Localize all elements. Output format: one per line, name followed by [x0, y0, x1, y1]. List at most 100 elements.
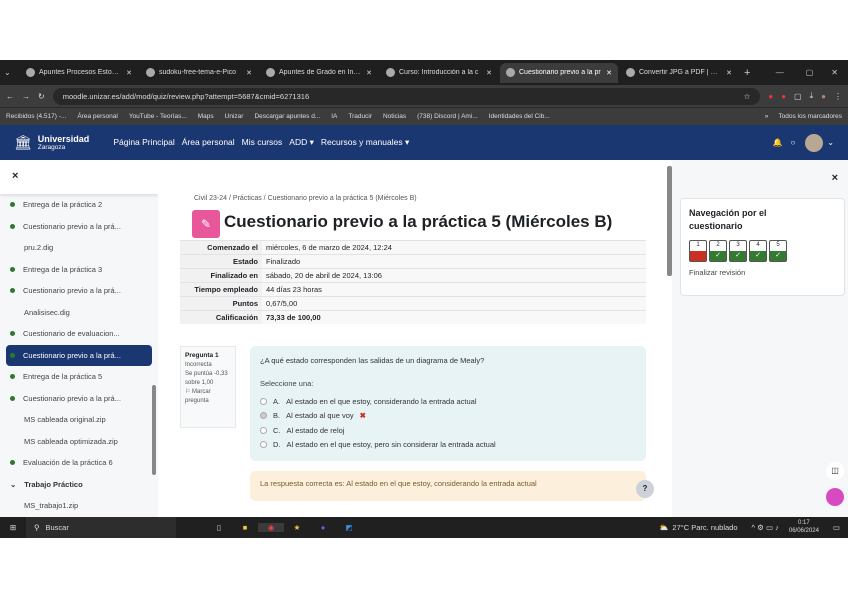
- sidebar-item[interactable]: MS cableada original.zip: [0, 409, 158, 431]
- notifications-icon[interactable]: ▭: [833, 523, 840, 532]
- answer-option[interactable]: D. Al estado en el que estoy, pero sin co…: [260, 438, 636, 453]
- ai-assistant-icon[interactable]: [826, 488, 844, 506]
- section-header[interactable]: ⌄ Trabajo Práctico: [0, 474, 158, 496]
- bookmark-item[interactable]: Unizar: [225, 113, 244, 120]
- sidebar-item[interactable]: Cuestionario de evaluacion...: [0, 323, 158, 345]
- sidebar-item[interactable]: Entrega de la práctica 3: [0, 259, 158, 281]
- answer-option[interactable]: C. Al estado de reloj: [260, 423, 636, 438]
- question-nav-button[interactable]: 2 ✓: [709, 240, 727, 263]
- nav-link[interactable]: ADD ▾: [289, 137, 314, 148]
- university-logo[interactable]: 🏛 Universidad Zaragoza: [14, 134, 89, 151]
- answer-option[interactable]: B. Al estado al que voy ✖: [260, 409, 636, 424]
- sidebar-item[interactable]: Cuestionario previo a la prá...: [0, 216, 158, 238]
- sidebar-item[interactable]: MS cableada optimizada.zip: [0, 431, 158, 453]
- bookmark-item[interactable]: Maps: [198, 113, 214, 120]
- breadcrumb-item[interactable]: Civil 23-24: [194, 195, 227, 202]
- notifications-icon[interactable]: 🔔: [772, 138, 782, 147]
- taskbar-search[interactable]: ⚲ Buscar: [26, 517, 176, 538]
- sidebar-item[interactable]: Cuestionario previo a la prá...: [6, 344, 152, 366]
- maximize-button[interactable]: ▢: [806, 68, 814, 77]
- question-nav-button[interactable]: 4 ✓: [749, 240, 767, 263]
- app-icon[interactable]: ★: [284, 523, 310, 532]
- question-nav-button[interactable]: 1: [689, 240, 707, 263]
- close-sidebar-button[interactable]: ×: [0, 160, 158, 194]
- sidebar-scrollbar[interactable]: [152, 385, 156, 475]
- nav-link[interactable]: Área personal: [182, 137, 235, 148]
- download-icon[interactable]: ⤓: [810, 91, 814, 101]
- help-button[interactable]: ?: [636, 480, 654, 498]
- clock[interactable]: 0:17 06/06/2024: [789, 520, 819, 534]
- browser-tab[interactable]: Curso: Introducción a la c ✕: [380, 63, 498, 83]
- question-nav-button[interactable]: 3 ✓: [729, 240, 747, 263]
- close-tab-icon[interactable]: ✕: [126, 69, 132, 77]
- radio-button[interactable]: [260, 426, 267, 434]
- close-tab-icon[interactable]: ✕: [246, 69, 252, 77]
- reader-mode-button[interactable]: ◫: [826, 462, 844, 480]
- bookmark-item[interactable]: Área personal: [77, 113, 117, 120]
- minimize-button[interactable]: —: [776, 68, 784, 77]
- weather-text[interactable]: 27°C Parc. nublado: [672, 523, 737, 532]
- bookmark-item[interactable]: Descargar apuntes d...: [254, 113, 320, 120]
- close-drawer-button[interactable]: ×: [832, 172, 838, 184]
- answer-option[interactable]: A. Al estado en el que estoy, considerand…: [260, 394, 636, 409]
- reload-icon[interactable]: ↻: [38, 92, 45, 101]
- bookmark-item[interactable]: Noticias: [383, 113, 406, 120]
- task-view-icon[interactable]: ▯: [206, 523, 232, 532]
- messages-icon[interactable]: ○: [790, 138, 795, 147]
- tab-search-icon[interactable]: ⌄: [4, 68, 18, 77]
- question-nav-button[interactable]: 5 ✓: [769, 240, 787, 263]
- browser-tab[interactable]: Apuntes de Grado en Ingen ✕: [260, 63, 378, 83]
- sidebar-item[interactable]: Entrega de la práctica 2: [0, 194, 158, 216]
- forward-icon[interactable]: →: [22, 92, 30, 101]
- app-icon[interactable]: ◩: [336, 523, 362, 532]
- all-bookmarks[interactable]: Todos los marcadores: [778, 113, 842, 120]
- finish-review-link[interactable]: Finalizar revisión: [689, 268, 836, 277]
- breadcrumb-item[interactable]: Cuestionario previo a la práctica 5 (Mié…: [268, 195, 417, 202]
- browser-tab[interactable]: sudoku-free-tema-e-Pico ✕: [140, 63, 258, 83]
- close-tab-icon[interactable]: ✕: [366, 69, 372, 77]
- nav-link[interactable]: Recursos y manuales ▾: [321, 137, 409, 148]
- bookmark-item[interactable]: Recibidos (4.517) -...: [6, 113, 66, 120]
- bookmark-item[interactable]: Traducir: [348, 113, 372, 120]
- browser-tab[interactable]: Apuntes Procesos Estocást ✕: [20, 63, 138, 83]
- nav-link[interactable]: Mis cursos: [242, 137, 283, 148]
- url-input[interactable]: moodle.unizar.es/add/mod/quiz/review.php…: [52, 87, 761, 105]
- sidebar-item[interactable]: pru.2.dig: [0, 237, 158, 259]
- radio-button[interactable]: [260, 397, 267, 405]
- radio-button[interactable]: [260, 441, 267, 449]
- browser-tab[interactable]: Cuestionario previo a la pr ✕: [500, 62, 618, 83]
- close-tab-icon[interactable]: ✕: [486, 69, 492, 77]
- list-item[interactable]: MS_trabajo1.zip: [0, 495, 158, 517]
- sidebar-item[interactable]: Evaluación de la práctica 6: [0, 452, 158, 474]
- extension-icon[interactable]: ●: [781, 92, 786, 101]
- sidebar-item[interactable]: Cuestionario previo a la prá...: [0, 388, 158, 410]
- bookmark-item[interactable]: YouTube - Teorías...: [129, 113, 187, 120]
- sidebar-item[interactable]: Analisisec.dig: [0, 302, 158, 324]
- extension-icon[interactable]: ●: [768, 92, 773, 101]
- back-icon[interactable]: ←: [6, 92, 14, 101]
- tray-icons[interactable]: ^ ⚙ ▭ ♪: [752, 523, 779, 532]
- browser-tab[interactable]: Convertir JPG a PDF | Onli ✕: [620, 63, 738, 83]
- discord-icon[interactable]: ●: [310, 523, 336, 532]
- sidebar-item[interactable]: Cuestionario previo a la prá...: [0, 280, 158, 302]
- bookmark-item[interactable]: IA: [331, 113, 337, 120]
- close-tab-icon[interactable]: ✕: [726, 69, 732, 77]
- menu-icon[interactable]: ⋮: [834, 92, 842, 101]
- bookmark-item[interactable]: Identidades del Cib...: [489, 113, 550, 120]
- file-explorer-icon[interactable]: ■: [232, 523, 258, 532]
- profile-icon[interactable]: ●: [821, 92, 826, 101]
- breadcrumb-item[interactable]: Prácticas: [233, 195, 262, 202]
- flag-question-button[interactable]: ⚐ Marcar pregunta: [185, 388, 231, 406]
- bookmark-item[interactable]: (738) Discord | Ami...: [417, 113, 478, 120]
- radio-button[interactable]: [260, 412, 267, 420]
- nav-link[interactable]: Página Principal: [113, 137, 174, 148]
- star-icon[interactable]: ☆: [744, 92, 751, 101]
- new-tab-button[interactable]: +: [744, 67, 750, 79]
- chrome-icon[interactable]: ◉: [258, 523, 284, 532]
- avatar[interactable]: [805, 133, 824, 152]
- extensions-icon[interactable]: ▢: [794, 92, 802, 101]
- chevron-down-icon[interactable]: ⌄: [827, 138, 834, 147]
- windows-start-icon[interactable]: ⊞: [0, 523, 26, 532]
- sidebar-item[interactable]: Entrega de la práctica 5: [0, 366, 158, 388]
- close-tab-icon[interactable]: ✕: [606, 69, 612, 77]
